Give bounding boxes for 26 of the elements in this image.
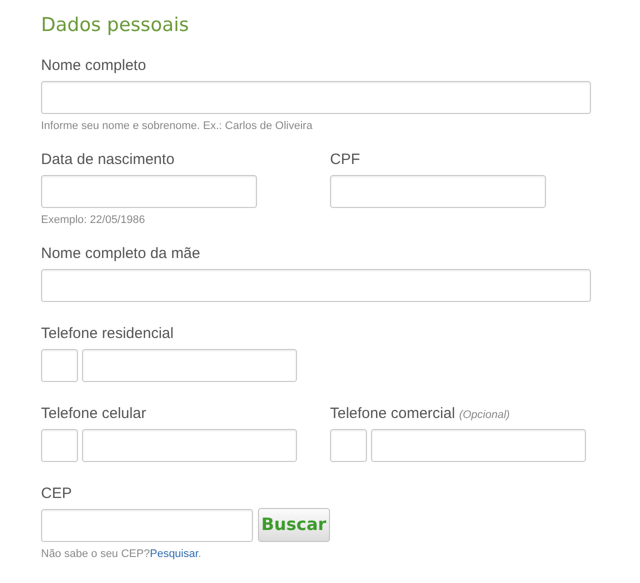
- field-label: CEP: [41, 485, 72, 502]
- search-button[interactable]: Buscar: [258, 508, 330, 542]
- optional-note: (Opcional): [459, 409, 510, 421]
- help-text: Exemplo: 22/05/1986: [41, 214, 146, 227]
- phone-number-field[interactable]: [371, 428, 586, 462]
- field-label: Telefone residencial: [41, 325, 174, 342]
- phone-number-field[interactable]: [82, 348, 297, 382]
- input-field[interactable]: [330, 174, 546, 208]
- phone-number-field[interactable]: [82, 428, 297, 462]
- input-field[interactable]: [41, 508, 253, 542]
- area-code-field[interactable]: [41, 428, 78, 462]
- input-field[interactable]: [41, 80, 591, 114]
- section-title: Dados pessoais: [41, 13, 190, 38]
- help-text: Informe seu nome e sobrenome. Ex.: Carlos de Oliveira: [41, 120, 314, 133]
- search-link[interactable]: Pesquisar: [150, 548, 198, 560]
- field-label: Data de nascimento: [41, 151, 174, 168]
- field-label: Nome completo da mãe: [41, 245, 200, 262]
- field-label: Telefone comercial: [330, 405, 456, 422]
- field-label: Telefone celular: [41, 405, 146, 422]
- input-field[interactable]: [41, 268, 591, 302]
- area-code-field[interactable]: [330, 428, 367, 462]
- field-label: CPF: [330, 151, 360, 168]
- field-label: Nome completo: [41, 57, 146, 74]
- area-code-field[interactable]: [41, 348, 78, 382]
- input-field[interactable]: [41, 174, 257, 208]
- help-text: Não sabe o seu CEP?Pesquisar.: [41, 548, 202, 561]
